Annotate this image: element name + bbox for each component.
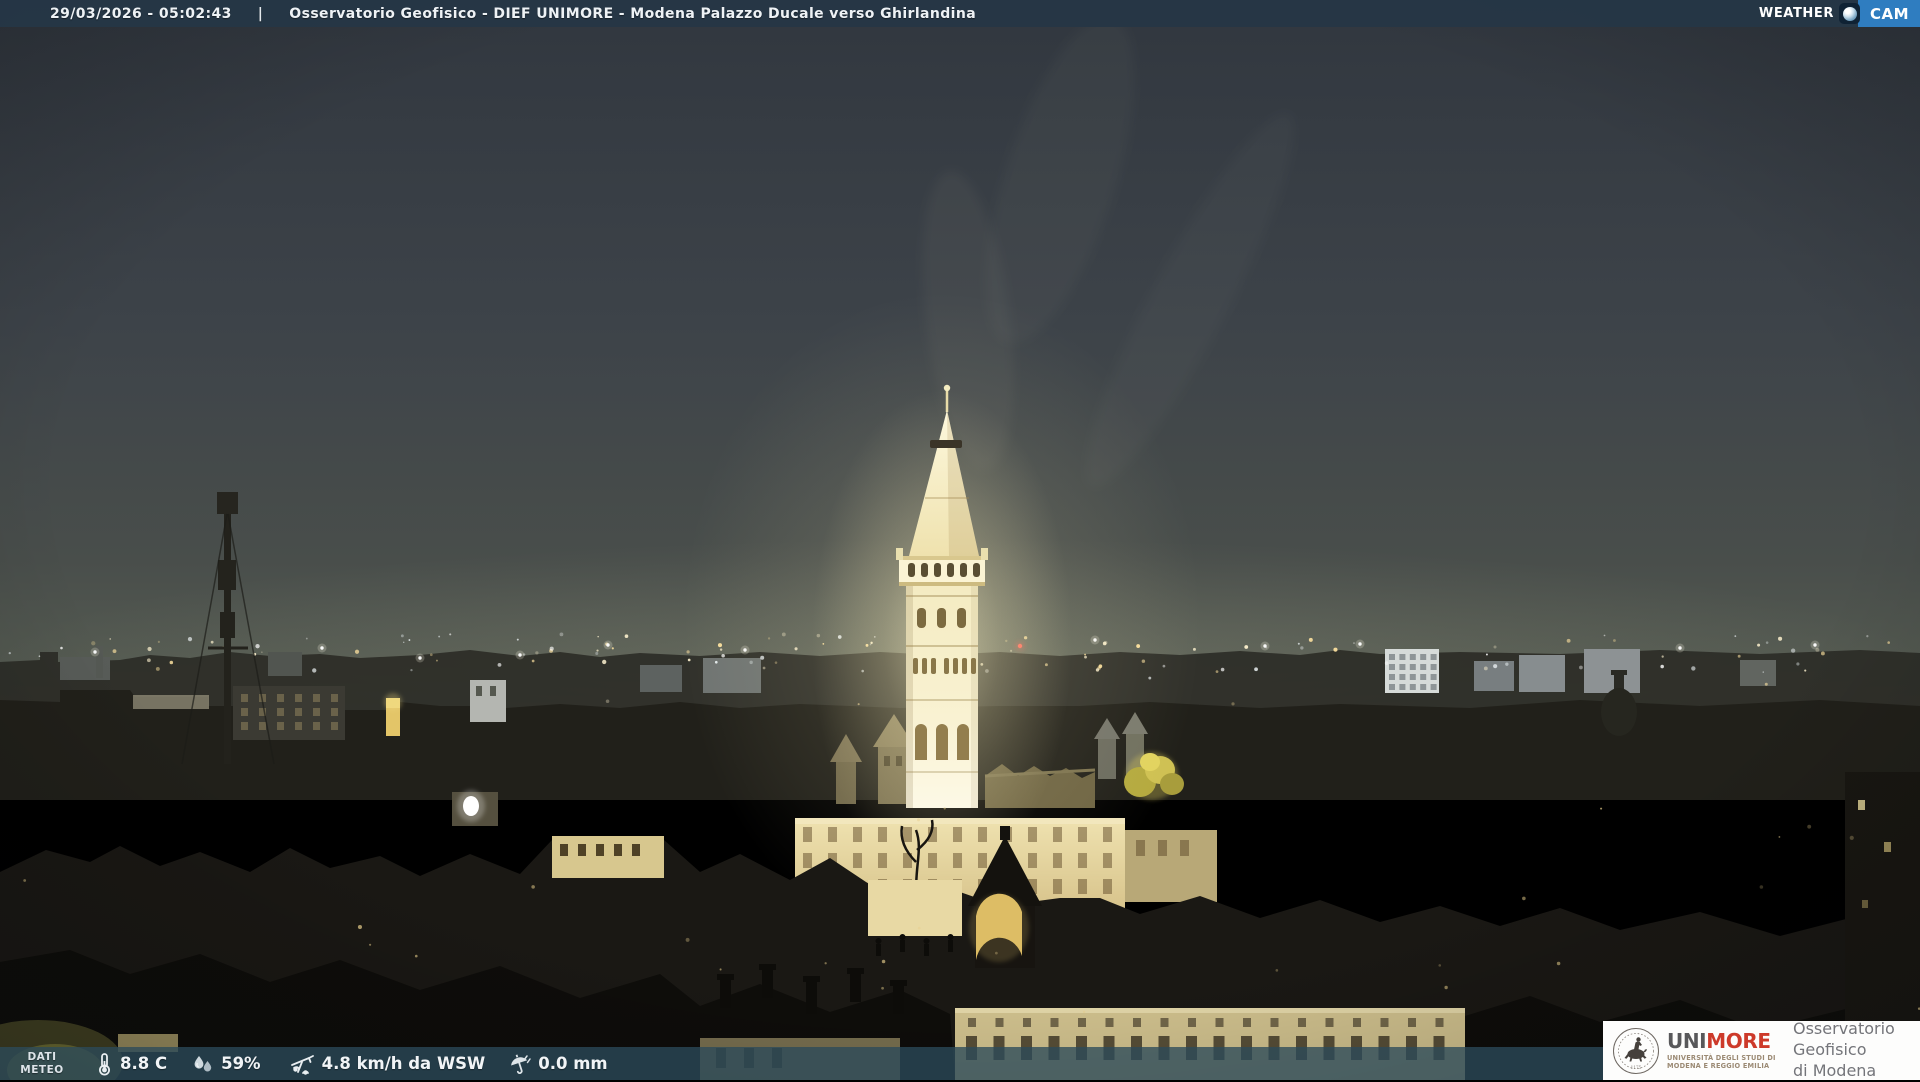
unimore-logo-box: 1175 UNIMORE UNIVERSITÀ DEGLI STUDI DI M… (1603, 1019, 1920, 1081)
unimore-uni-text: UNI (1667, 1028, 1707, 1053)
dati-line1: DATI (27, 1051, 57, 1064)
university-subtitle-line1: UNIVERSITÀ DEGLI STUDI DI (1667, 1053, 1776, 1062)
anemometer-icon (290, 1054, 314, 1075)
precipitation-item: 0.0 mm (507, 1052, 608, 1076)
university-subtitle-line2: MODENA E REGGIO EMILIA (1667, 1062, 1770, 1070)
datetime-text: 29/03/2026 - 05:02:43 (50, 5, 232, 22)
humidity-value: 59% (221, 1054, 261, 1073)
weathercam-logo: WEATHER CAM (1759, 0, 1920, 27)
temperature-value: 8.8 C (120, 1054, 168, 1073)
humidity-item: 59% (191, 1052, 261, 1076)
umbrella-icon (511, 1054, 531, 1074)
vignette (0, 0, 1920, 1080)
webcam-photo (0, 0, 1920, 1080)
observatory-line2: di Modena (1793, 1060, 1877, 1080)
temperature-item: 8.8 C (94, 1052, 167, 1076)
separator: | (257, 5, 264, 22)
observatory-line1: Osservatorio Geofisico (1793, 1019, 1895, 1060)
unimore-wordmark: UNIMORE UNIVERSITÀ DEGLI STUDI DI MODENA… (1667, 1031, 1789, 1070)
night-cityscape (0, 0, 1920, 1080)
top-info-bar: 29/03/2026 - 05:02:43 | Osservatorio Geo… (0, 0, 1920, 27)
wind-value: 4.8 km/h da WSW (321, 1054, 486, 1073)
unimore-more-text: MORE (1706, 1028, 1771, 1053)
observatory-name: Osservatorio Geofisico di Modena (1793, 1019, 1920, 1081)
weathercam-cam-box: CAM (1858, 0, 1920, 27)
wind-item: 4.8 km/h da WSW (289, 1052, 486, 1076)
precipitation-value: 0.0 mm (538, 1054, 608, 1073)
camera-title: Osservatorio Geofisico - DIEF UNIMORE - … (289, 5, 977, 22)
unimore-seal-icon: 1175 (1613, 1027, 1659, 1074)
dati-line2: METEO (20, 1063, 64, 1076)
thermometer-icon (99, 1052, 110, 1075)
dati-meteo-label: DATI METEO (16, 1051, 68, 1075)
weathercam-word-weather: WEATHER (1758, 6, 1834, 21)
seal-year: 1175 (1631, 1065, 1642, 1070)
weathercam-word-cam: CAM (1870, 4, 1910, 23)
water-drops-icon (194, 1055, 212, 1071)
camera-lens-icon (1839, 3, 1860, 24)
